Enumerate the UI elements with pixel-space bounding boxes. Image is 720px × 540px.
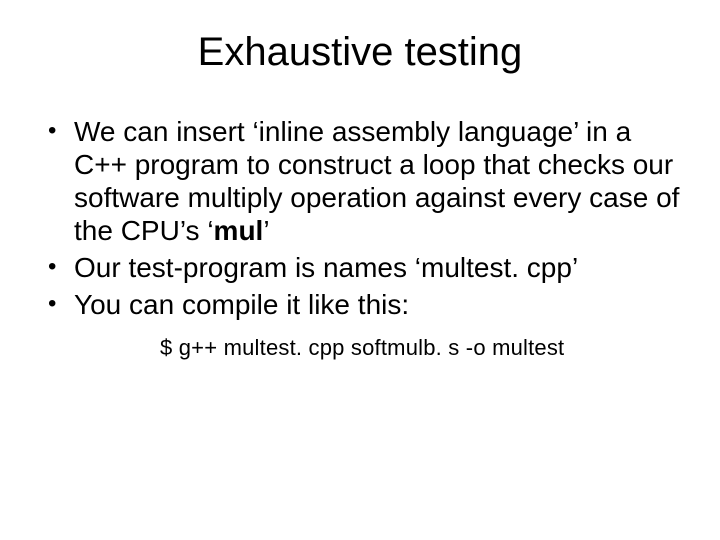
bullet-list: We can insert ‘inline assembly language’… bbox=[30, 115, 690, 321]
slide-title: Exhaustive testing bbox=[30, 30, 690, 75]
slide: Exhaustive testing We can insert ‘inline… bbox=[0, 0, 720, 540]
bullet-3-text: You can compile it like this: bbox=[74, 289, 409, 320]
bullet-1-text-pre: We can insert ‘inline assembly language’… bbox=[74, 116, 679, 246]
bullet-item-3: You can compile it like this: bbox=[48, 288, 690, 321]
bullet-1-text-post: ’ bbox=[263, 215, 269, 246]
bullet-item-2: Our test-program is names ‘multest. cpp’ bbox=[48, 251, 690, 284]
bullet-2-text: Our test-program is names ‘multest. cpp’ bbox=[74, 252, 578, 283]
command-line: $ g++ multest. cpp softmulb. s -o multes… bbox=[160, 335, 690, 361]
bullet-1-bold: mul bbox=[214, 215, 264, 246]
bullet-item-1: We can insert ‘inline assembly language’… bbox=[48, 115, 690, 247]
